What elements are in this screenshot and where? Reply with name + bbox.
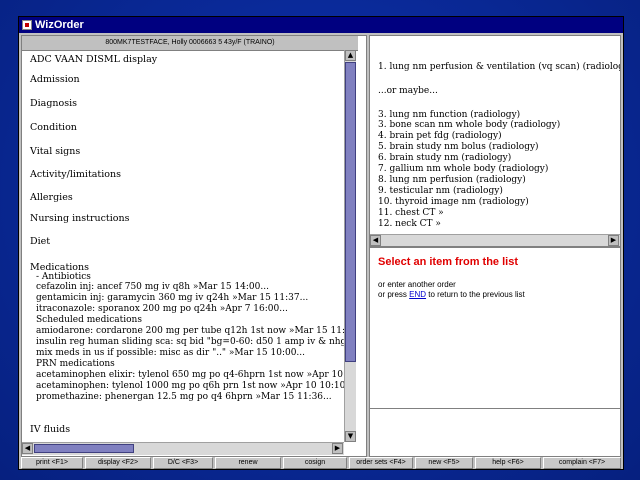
window-title: WizOrder [35,19,84,31]
prompt-pane: Select an item from the list or enter an… [369,247,621,457]
pick-list-item[interactable]: 4. brain pet fdg (radiology) [378,131,502,141]
pick-list-horizontal-scrollbar[interactable]: ◀ ▶ [370,234,620,246]
order-item[interactable]: insulin reg human sliding sca: sq bid "b… [36,337,354,347]
patient-header: 800MK7TESTFACE, Holly 0006663 5 43y/F (T… [22,36,358,51]
function-key-button[interactable]: renew [215,457,281,469]
order-list: ADC VAAN DISML display Admission Diagnosis… [22,50,354,444]
prompt-title: Select an item from the list [378,256,518,268]
order-item[interactable]: promethazine: phenergan 12.5 mg po q4 6h… [36,392,332,402]
scroll-up-arrow-icon[interactable]: ▲ [345,50,356,61]
app-icon [22,20,32,30]
order-item[interactable]: Admission [30,74,80,85]
wizorder-window: WizOrder 800MK7TESTFACE, Holly 0006663 5… [18,16,624,470]
pick-list-item[interactable]: 3. bone scan nm whole body (radiology) [378,120,560,130]
order-item[interactable]: Diet [30,236,50,247]
order-list-pane: 800MK7TESTFACE, Holly 0006663 5 43y/F (T… [21,35,367,457]
pick-list-item[interactable]: 5. brain study nm bolus (radiology) [378,142,539,152]
end-link[interactable]: END [409,290,426,299]
order-item[interactable]: Nursing instructions [30,213,130,224]
order-item[interactable]: Vital signs [30,146,80,157]
pick-list-item[interactable]: 9. testicular nm (radiology) [378,186,503,196]
pick-list-item[interactable]: 3. lung nm function (radiology) [378,110,520,120]
function-key-bar: print <F1> display <F2> D/C <F3> renew cosig… [19,457,623,469]
order-list-horizontal-scrollbar[interactable]: ◀ ▶ [22,442,344,455]
scroll-down-arrow-icon[interactable]: ▼ [345,431,356,442]
pick-list-item[interactable]: 8. lung nm perfusion (radiology) [378,175,526,185]
scroll-right-arrow-icon[interactable]: ▶ [608,235,619,246]
scroll-left-arrow-icon[interactable]: ◀ [370,235,381,246]
prompt-divider [370,408,620,409]
order-item[interactable]: IV fluids [30,424,70,435]
function-key-button[interactable]: D/C <F3> [153,457,213,469]
function-key-button[interactable]: order sets <F4> [349,457,413,469]
scrollbar-thumb[interactable] [345,62,356,362]
pick-list-item[interactable]: 11. chest CT » [378,208,444,218]
order-item[interactable]: cefazolin inj: ancef 750 mg iv q8h »Mar … [36,282,269,292]
function-key-button[interactable]: new <F5> [415,457,473,469]
order-item[interactable]: Allergies [30,192,73,203]
order-item[interactable]: acetaminophen: tylenol 1000 mg po q6h pr… [36,381,354,391]
function-key-button[interactable]: cosign [283,457,347,469]
order-item[interactable]: Scheduled medications [36,315,142,325]
order-list-vertical-scrollbar[interactable]: ▲ ▼ [344,50,356,442]
prompt-line-end-suffix: to return to the previous list [426,290,525,299]
order-item[interactable]: Condition [30,122,77,133]
function-key-button[interactable]: display <F2> [85,457,151,469]
order-item[interactable]: ADC VAAN DISML display [30,54,157,65]
scroll-left-arrow-icon[interactable]: ◀ [22,443,33,454]
function-key-button[interactable]: complain <F7> [543,457,621,469]
function-key-button[interactable]: help <F6> [475,457,541,469]
order-item[interactable]: itraconazole: sporanox 200 mg po q24h »A… [36,304,288,314]
order-item[interactable]: Activity/limitations [30,169,121,180]
prompt-line-end: or press END to return to the previous l… [378,290,525,299]
pick-list-pane: 1. lung nm perfusion & ventilation (vq s… [369,35,621,247]
order-item[interactable]: Diagnosis [30,98,77,109]
title-bar[interactable]: WizOrder [19,17,623,33]
order-item[interactable]: acetaminophen elixir: tylenol 650 mg po … [36,370,354,380]
prompt-line-enter-order: or enter another order [378,280,456,289]
order-item[interactable]: gentamicin inj: garamycin 360 mg iv q24h… [36,293,308,303]
order-item[interactable]: mix meds in us if possible: misc as dir … [36,348,305,358]
order-item[interactable]: PRN medications [36,359,115,369]
pick-list-item[interactable]: 1. lung nm perfusion & ventilation (vq s… [378,62,620,72]
pick-list-item[interactable]: 6. brain study nm (radiology) [378,153,511,163]
scroll-right-arrow-icon[interactable]: ▶ [332,443,343,454]
pick-list-item[interactable]: 10. thyroid image nm (radiology) [378,197,529,207]
pick-list-item[interactable]: 7. gallium nm whole body (radiology) [378,164,548,174]
pick-list-item[interactable]: ...or maybe... [378,86,438,96]
order-item[interactable]: - Antibiotics [36,272,91,282]
function-key-button[interactable]: print <F1> [21,457,83,469]
order-item[interactable]: amiodarone: cordarone 200 mg per tube q1… [36,326,354,336]
prompt-line-end-prefix: or press [378,290,407,299]
pick-list-item[interactable]: 12. neck CT » [378,219,441,229]
horizontal-scrollbar-thumb[interactable] [34,444,134,453]
